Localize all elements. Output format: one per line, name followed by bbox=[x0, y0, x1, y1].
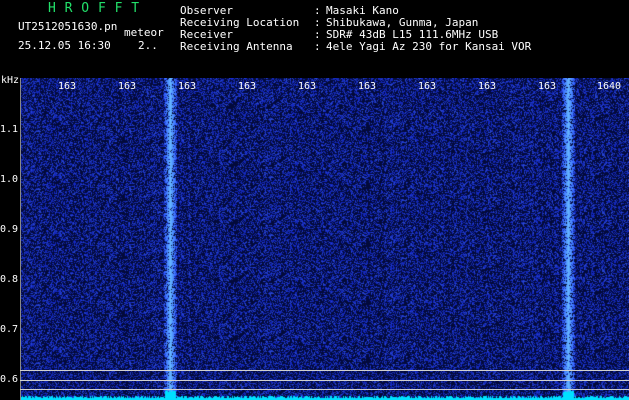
unit-label: kHz bbox=[1, 75, 20, 86]
y-tick-label: 1.1 bbox=[0, 124, 19, 135]
info-colon: : bbox=[314, 40, 321, 53]
info-value-antenna: 4ele Yagi Az 230 for Kansai VOR bbox=[326, 40, 532, 53]
info-label-receiver: Receiver bbox=[180, 28, 233, 41]
reference-line bbox=[20, 389, 629, 390]
x-tick-label: 163 bbox=[238, 81, 257, 92]
info-label-observer: Observer bbox=[180, 4, 233, 17]
datetime: 25.12.05 16:30 bbox=[18, 39, 111, 52]
y-tick-label: 0.9 bbox=[0, 224, 19, 235]
info-label-location: Receiving Location bbox=[180, 16, 300, 29]
x-tick-label: 163 bbox=[178, 81, 197, 92]
info-colon: : bbox=[314, 4, 321, 17]
reference-line bbox=[20, 380, 629, 381]
info-value-location: Shibukawa, Gunma, Japan bbox=[326, 16, 479, 29]
info-colon: : bbox=[314, 28, 321, 41]
spectrogram-canvas bbox=[20, 78, 629, 400]
app-title: H R O F F T bbox=[48, 1, 140, 16]
x-tick-label: 163 bbox=[418, 81, 437, 92]
x-tick-label: 163 bbox=[478, 81, 497, 92]
info-value-observer: Masaki Kano bbox=[326, 4, 399, 17]
info-label-antenna: Receiving Antenna bbox=[180, 40, 293, 53]
header-panel: H R O F F T UT2512051630.pn meteor 25.12… bbox=[0, 0, 629, 76]
y-tick-label: 0.7 bbox=[0, 324, 19, 335]
y-tick-label: 0.8 bbox=[0, 274, 19, 285]
detection-count: 2.. bbox=[138, 39, 158, 52]
x-tick-label: 163 bbox=[358, 81, 377, 92]
info-value-receiver: SDR# 43dB L15 111.6MHz USB bbox=[326, 28, 499, 41]
meteor-label: meteor bbox=[124, 26, 164, 39]
y-tick-label: 1.0 bbox=[0, 174, 19, 185]
x-tick-label: 163 bbox=[118, 81, 137, 92]
x-tick-label: 1640 bbox=[597, 81, 622, 92]
x-tick-label: 163 bbox=[538, 81, 557, 92]
x-tick-label: 163 bbox=[298, 81, 317, 92]
y-axis-line bbox=[20, 78, 21, 400]
info-colon: : bbox=[314, 16, 321, 29]
y-tick-label: 0.6 bbox=[0, 374, 19, 385]
file-name: UT2512051630.pn bbox=[18, 20, 118, 33]
reference-line bbox=[20, 370, 629, 371]
x-tick-label: 163 bbox=[58, 81, 77, 92]
